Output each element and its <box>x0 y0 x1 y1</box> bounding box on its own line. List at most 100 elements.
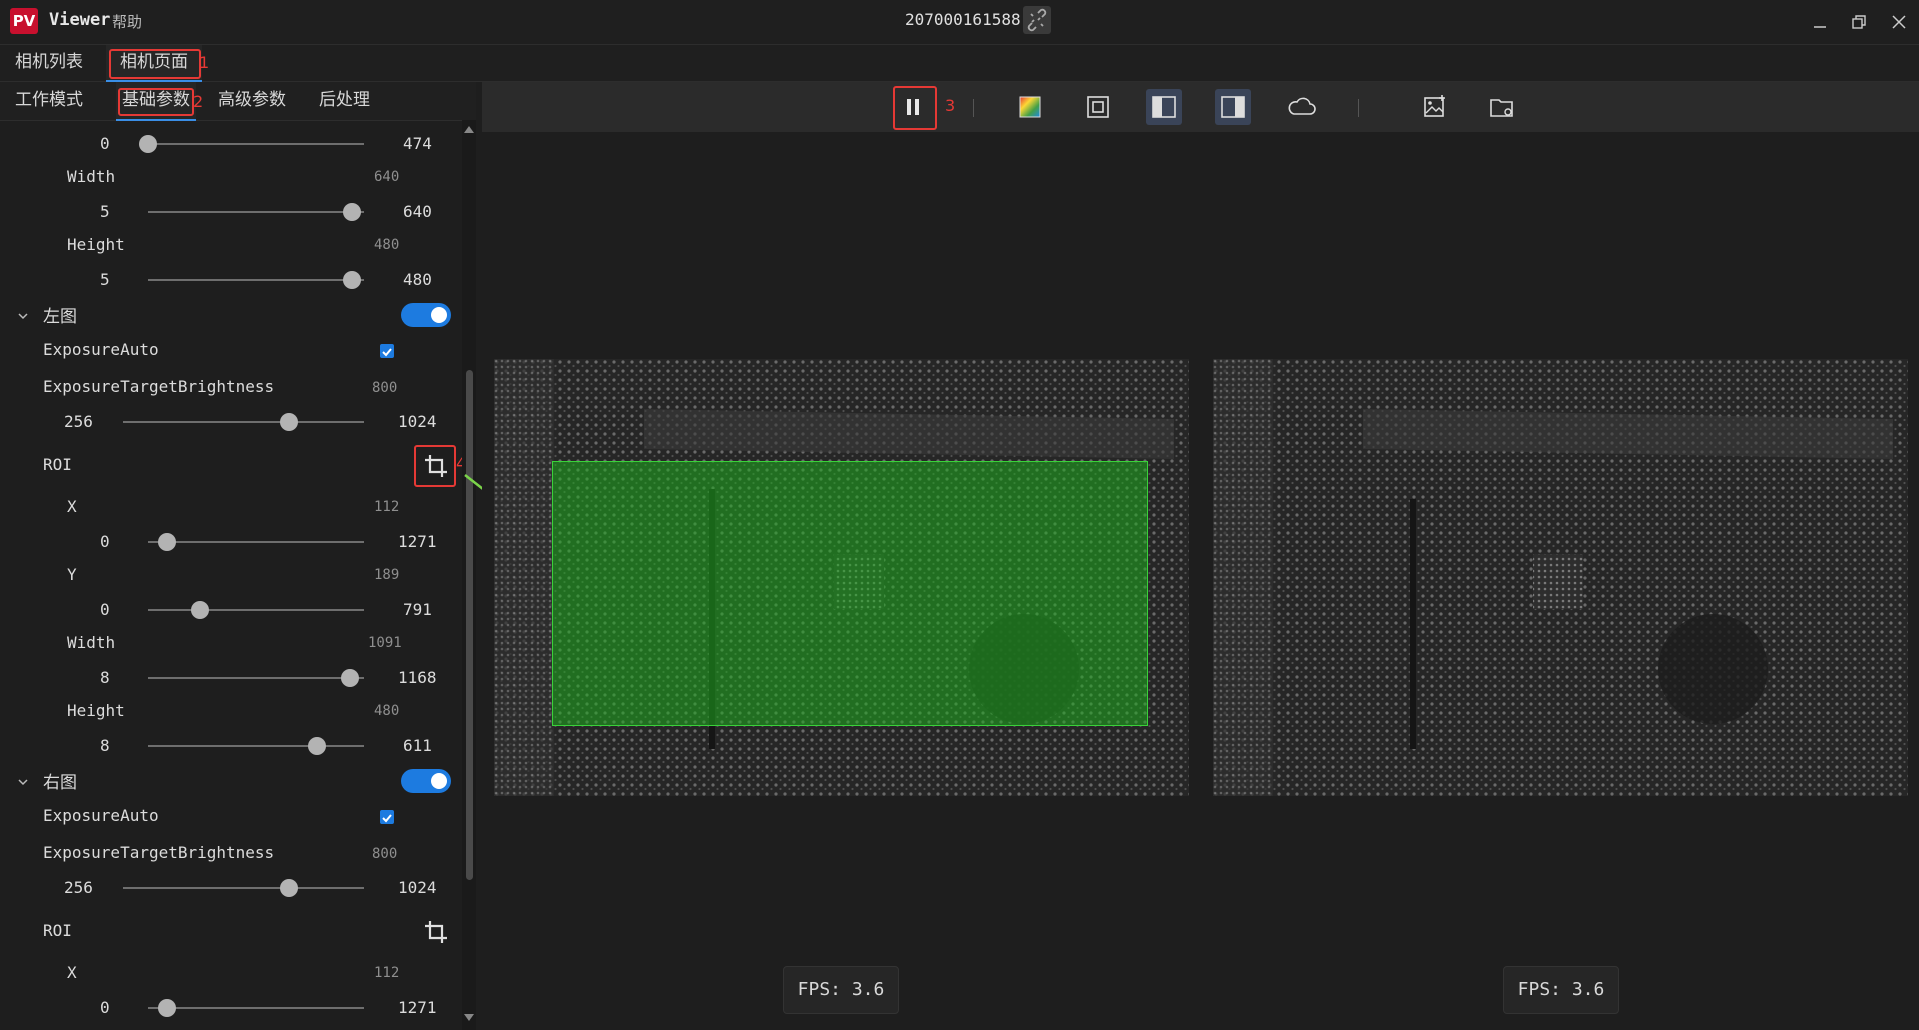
slider-thumb[interactable] <box>139 135 157 153</box>
slider-min: 0 <box>100 532 110 551</box>
slider-max: 1271 <box>398 998 437 1017</box>
camera-serial: 207000161588 <box>905 10 1021 29</box>
slider-thumb[interactable] <box>340 669 359 687</box>
slider-thumb[interactable] <box>158 533 176 551</box>
param-label-brightness: ExposureTargetBrightness <box>43 377 275 396</box>
app-logo: PV <box>10 8 38 34</box>
slider-track[interactable] <box>148 279 364 281</box>
slider-min: 8 <box>100 736 110 755</box>
slider-max: 1271 <box>398 532 437 551</box>
param-label-height: Height <box>67 701 125 720</box>
left-image-toggle[interactable] <box>401 303 451 327</box>
exposure-auto-checkbox[interactable] <box>380 810 394 824</box>
param-label-exposure-auto: ExposureAuto <box>43 340 159 359</box>
tab-camera-list[interactable]: 相机列表 <box>15 45 83 80</box>
slider-max: 640 <box>403 202 432 221</box>
minimize-icon[interactable] <box>1806 8 1834 36</box>
exposure-auto-checkbox[interactable] <box>380 344 394 358</box>
right-view-icon[interactable] <box>1215 89 1251 125</box>
slider-min: 5 <box>100 270 110 289</box>
param-label-roi: ROI <box>43 921 72 940</box>
sub-tab-bar: 工作模式 基础参数 高级参数 后处理 2 <box>0 82 476 121</box>
slider-max: 611 <box>403 736 432 755</box>
tab-advanced-params[interactable]: 高级参数 <box>218 82 286 119</box>
param-value: 480 <box>374 703 400 719</box>
vertical-scrollbar[interactable] <box>462 120 476 1030</box>
param-label-x: X <box>67 963 77 982</box>
param-label-exposure-auto: ExposureAuto <box>43 806 159 825</box>
slider-thumb[interactable] <box>343 271 361 289</box>
frame-icon[interactable] <box>1080 89 1116 125</box>
param-value: 480 <box>374 237 400 253</box>
slider-min: 256 <box>64 412 93 431</box>
param-label-height: Height <box>67 235 125 254</box>
roi-selection-box[interactable] <box>552 461 1148 726</box>
color-map-icon[interactable] <box>1012 89 1048 125</box>
right-camera-image[interactable] <box>1213 359 1908 796</box>
param-label-x: X <box>67 497 77 516</box>
parameter-list[interactable]: 0 474 Width 640 5 640 Height 480 5 480 左… <box>0 121 462 1030</box>
right-image-toggle[interactable] <box>401 769 451 793</box>
crop-icon[interactable] <box>421 917 451 947</box>
slider-track[interactable] <box>148 1007 364 1009</box>
fps-left: FPS: 3.6 <box>783 966 899 1014</box>
slider-thumb[interactable] <box>190 601 209 619</box>
slider-thumb[interactable] <box>308 737 327 755</box>
slider-track[interactable] <box>148 677 364 679</box>
param-value: 640 <box>374 169 400 185</box>
slider-min: 8 <box>100 668 110 687</box>
help-menu[interactable]: 帮助 <box>112 11 142 32</box>
slider-min: 0 <box>100 600 110 619</box>
slider-track[interactable] <box>148 143 364 145</box>
param-label-brightness: ExposureTargetBrightness <box>43 843 275 862</box>
left-view-icon[interactable] <box>1146 89 1182 125</box>
param-value: 189 <box>374 567 400 583</box>
slider-max: 1024 <box>398 878 437 897</box>
slider-max: 1168 <box>398 668 437 687</box>
param-label-width: Width <box>67 167 116 186</box>
slider-track[interactable] <box>123 887 364 889</box>
scroll-up-icon[interactable] <box>463 124 475 134</box>
param-value: 112 <box>374 499 400 515</box>
top-tab-bar: 相机列表 相机页面 1 <box>0 45 1919 82</box>
slider-min: 0 <box>100 134 110 153</box>
toolbar-separator <box>1358 99 1359 117</box>
section-right-image[interactable]: 右图 <box>43 768 77 793</box>
open-folder-icon[interactable] <box>1484 89 1520 125</box>
close-icon[interactable] <box>1885 8 1913 36</box>
slider-track[interactable] <box>148 541 364 543</box>
slider-track[interactable] <box>148 211 364 213</box>
slider-max: 480 <box>403 270 432 289</box>
title-bar: PV Viewer 帮助 207000161588 <box>0 0 1919 45</box>
view-toolbar: 3 <box>482 82 1919 132</box>
param-label-y: Y <box>67 565 77 584</box>
slider-track[interactable] <box>148 609 364 611</box>
slider-thumb[interactable] <box>158 999 176 1017</box>
slider-thumb[interactable] <box>279 413 298 431</box>
slider-track[interactable] <box>123 421 364 423</box>
annotation-number-2: 2 <box>193 92 204 111</box>
app-name: Viewer <box>49 10 111 30</box>
camera-view-area: 3 FPS: 3.6 FPS: 3.6 <box>482 82 1919 1030</box>
left-camera-image[interactable] <box>494 359 1189 796</box>
slider-thumb[interactable] <box>343 203 361 221</box>
slider-thumb[interactable] <box>279 879 298 897</box>
slider-min: 5 <box>100 202 110 221</box>
save-image-icon[interactable] <box>1417 89 1453 125</box>
slider-track[interactable] <box>148 745 364 747</box>
tab-work-mode[interactable]: 工作模式 <box>15 82 83 119</box>
parameter-panel: 工作模式 基础参数 高级参数 后处理 2 0 474 Width 640 5 6… <box>0 82 476 1030</box>
slider-max: 1024 <box>398 412 437 431</box>
param-value: 800 <box>372 380 398 396</box>
slider-min: 0 <box>100 998 110 1017</box>
scroll-down-icon[interactable] <box>463 1013 475 1023</box>
cloud-icon[interactable] <box>1284 89 1320 125</box>
chevron-down-icon[interactable] <box>17 310 29 322</box>
chevron-down-icon[interactable] <box>17 776 29 788</box>
annotation-box-3 <box>893 86 937 130</box>
section-left-image[interactable]: 左图 <box>43 302 77 327</box>
link-broken-icon[interactable] <box>1023 6 1051 34</box>
scrollbar-thumb[interactable] <box>466 370 473 880</box>
restore-icon[interactable] <box>1845 8 1873 36</box>
tab-post-processing[interactable]: 后处理 <box>319 82 370 119</box>
